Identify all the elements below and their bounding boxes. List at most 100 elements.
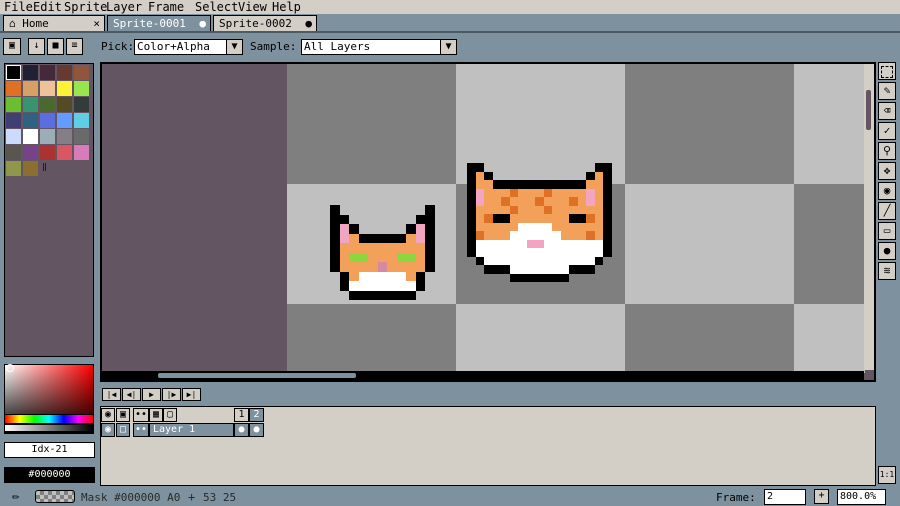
spray-tool-icon[interactable]: ≋ xyxy=(878,262,896,280)
sprite-canvas[interactable] xyxy=(287,64,865,373)
frame-header-2[interactable]: 2 xyxy=(249,408,264,422)
palette-swatch[interactable] xyxy=(23,113,38,128)
unlock-icon[interactable]: □ xyxy=(116,423,130,437)
color-index-field[interactable]: Idx-21 xyxy=(4,442,95,458)
menu-edit[interactable]: Edit xyxy=(33,0,62,14)
menu-sprite[interactable]: Sprite xyxy=(64,0,107,14)
modified-dot-icon[interactable]: ● xyxy=(199,16,206,32)
frame-number-field[interactable]: 2 xyxy=(764,489,806,505)
hue-slider[interactable] xyxy=(4,414,94,424)
palette-swatch[interactable] xyxy=(74,145,89,160)
palette-swatch[interactable] xyxy=(57,81,72,96)
zoom-tool-icon[interactable]: ⚲ xyxy=(878,142,896,160)
palette-swatch[interactable] xyxy=(57,113,72,128)
visibility-eye-icon[interactable]: ◉ xyxy=(101,423,115,437)
prev-frame-icon[interactable]: ◀| xyxy=(122,388,141,401)
move-tool-icon[interactable]: ✥ xyxy=(878,162,896,180)
sample-dropdown[interactable]: All Layers ▼ xyxy=(301,39,457,55)
palette-swatch[interactable] xyxy=(74,65,89,80)
marquee-tool-icon[interactable] xyxy=(878,62,896,80)
palette-swatch[interactable] xyxy=(74,81,89,96)
chevron-down-icon[interactable]: ▼ xyxy=(226,39,243,55)
add-frame-icon[interactable]: + xyxy=(814,489,829,504)
pick-value: Color+Alpha xyxy=(137,40,210,53)
layer-square-icon[interactable]: ▢ xyxy=(163,408,177,422)
palette-swatch[interactable] xyxy=(40,145,55,160)
palette-swatch[interactable] xyxy=(74,113,89,128)
palette-swatch[interactable] xyxy=(40,129,55,144)
continuous-icon[interactable]: •• xyxy=(133,423,149,437)
palette-swatch[interactable] xyxy=(40,65,55,80)
menu-frame[interactable]: Frame xyxy=(148,0,184,14)
vertical-scroll-thumb[interactable] xyxy=(866,90,871,130)
tab-home[interactable]: ⌂ Home × xyxy=(3,15,105,31)
alpha-slider[interactable] xyxy=(4,424,94,432)
last-frame-icon[interactable]: ▶| xyxy=(182,388,201,401)
modified-dot-icon[interactable]: ● xyxy=(305,16,312,32)
link-icon[interactable]: •• xyxy=(133,408,149,422)
line-tool-icon[interactable]: ╱ xyxy=(878,202,896,220)
palette-swatch[interactable] xyxy=(40,113,55,128)
palette-swatch[interactable] xyxy=(57,65,72,80)
tab-bar: ⌂ Home × Sprite-0001 ● Sprite-0002 ● xyxy=(0,14,900,32)
layer-group-icon[interactable]: ▦ xyxy=(149,408,163,422)
first-frame-icon[interactable]: |◀ xyxy=(102,388,121,401)
zoom-field[interactable]: 800.0% xyxy=(837,489,886,505)
play-icon[interactable]: ▶ xyxy=(142,388,161,401)
palette-swatch[interactable] xyxy=(23,129,38,144)
lock-icon[interactable]: ▣ xyxy=(3,38,21,55)
menu-file[interactable]: File xyxy=(4,0,33,14)
palette-swatch[interactable] xyxy=(23,145,38,160)
palette-swatch[interactable] xyxy=(6,161,21,176)
blur-tool-icon[interactable]: ● xyxy=(878,242,896,260)
palette-swatch[interactable] xyxy=(6,65,21,80)
palette-swatch[interactable] xyxy=(23,65,38,80)
hex-color-field[interactable]: #000000 xyxy=(4,467,95,483)
menu-select[interactable]: Select xyxy=(195,0,238,14)
frame-header-1[interactable]: 1 xyxy=(234,408,249,422)
palette-swatch[interactable] xyxy=(74,97,89,112)
tab-sprite-0001[interactable]: Sprite-0001 ● xyxy=(107,15,211,31)
palette-swatch[interactable] xyxy=(6,81,21,96)
palette-swatch[interactable] xyxy=(40,97,55,112)
cel-frame-2[interactable]: ● xyxy=(249,423,264,437)
lock-icon[interactable]: ▣ xyxy=(116,408,130,422)
menu-help[interactable]: Help xyxy=(272,0,301,14)
square-icon[interactable]: ■ xyxy=(47,38,64,55)
palette-swatch[interactable] xyxy=(6,145,21,160)
rectangle-tool-icon[interactable]: ▭ xyxy=(878,222,896,240)
palette-swatch[interactable] xyxy=(6,97,21,112)
close-icon[interactable]: × xyxy=(93,16,100,32)
palette-swatch[interactable] xyxy=(74,129,89,144)
menu-view[interactable]: View xyxy=(238,0,267,14)
palette-swatch[interactable] xyxy=(57,129,72,144)
one-to-one-zoom-icon[interactable]: 1:1 xyxy=(878,466,896,484)
pick-dropdown[interactable]: Color+Alpha ▼ xyxy=(134,39,243,55)
eyedropper-tool-icon[interactable]: ✓ xyxy=(878,122,896,140)
download-icon[interactable]: ↓ xyxy=(28,38,45,55)
palette-swatch[interactable] xyxy=(6,113,21,128)
next-frame-icon[interactable]: |▶ xyxy=(162,388,181,401)
palette-swatch[interactable] xyxy=(23,161,38,176)
eye-icon[interactable]: ◉ xyxy=(101,408,115,422)
palette-swatch[interactable] xyxy=(57,145,72,160)
mask-color-swatch[interactable] xyxy=(35,490,75,503)
fill-tool-icon[interactable]: ◉ xyxy=(878,182,896,200)
menu-layer[interactable]: Layer xyxy=(106,0,142,14)
horizontal-scroll-thumb[interactable] xyxy=(158,373,356,378)
palette-swatch[interactable] xyxy=(40,81,55,96)
list-icon[interactable]: ≡ xyxy=(66,38,83,55)
picker-cursor-icon[interactable] xyxy=(6,364,14,372)
palette-swatch[interactable] xyxy=(57,97,72,112)
palette-swatch[interactable] xyxy=(6,129,21,144)
sprite-editor[interactable] xyxy=(100,62,876,382)
palette-swatch[interactable] xyxy=(23,81,38,96)
palette-grip-icon[interactable]: ‖ xyxy=(42,162,47,171)
tab-sprite-0002[interactable]: Sprite-0002 ● xyxy=(213,15,317,31)
layer-name[interactable]: Layer 1 xyxy=(149,423,234,437)
pencil-tool-icon[interactable]: ✎ xyxy=(878,82,896,100)
cel-frame-1[interactable]: ● xyxy=(234,423,249,437)
chevron-down-icon[interactable]: ▼ xyxy=(440,39,457,55)
eraser-tool-icon[interactable]: ⌫ xyxy=(878,102,896,120)
palette-swatch[interactable] xyxy=(23,97,38,112)
